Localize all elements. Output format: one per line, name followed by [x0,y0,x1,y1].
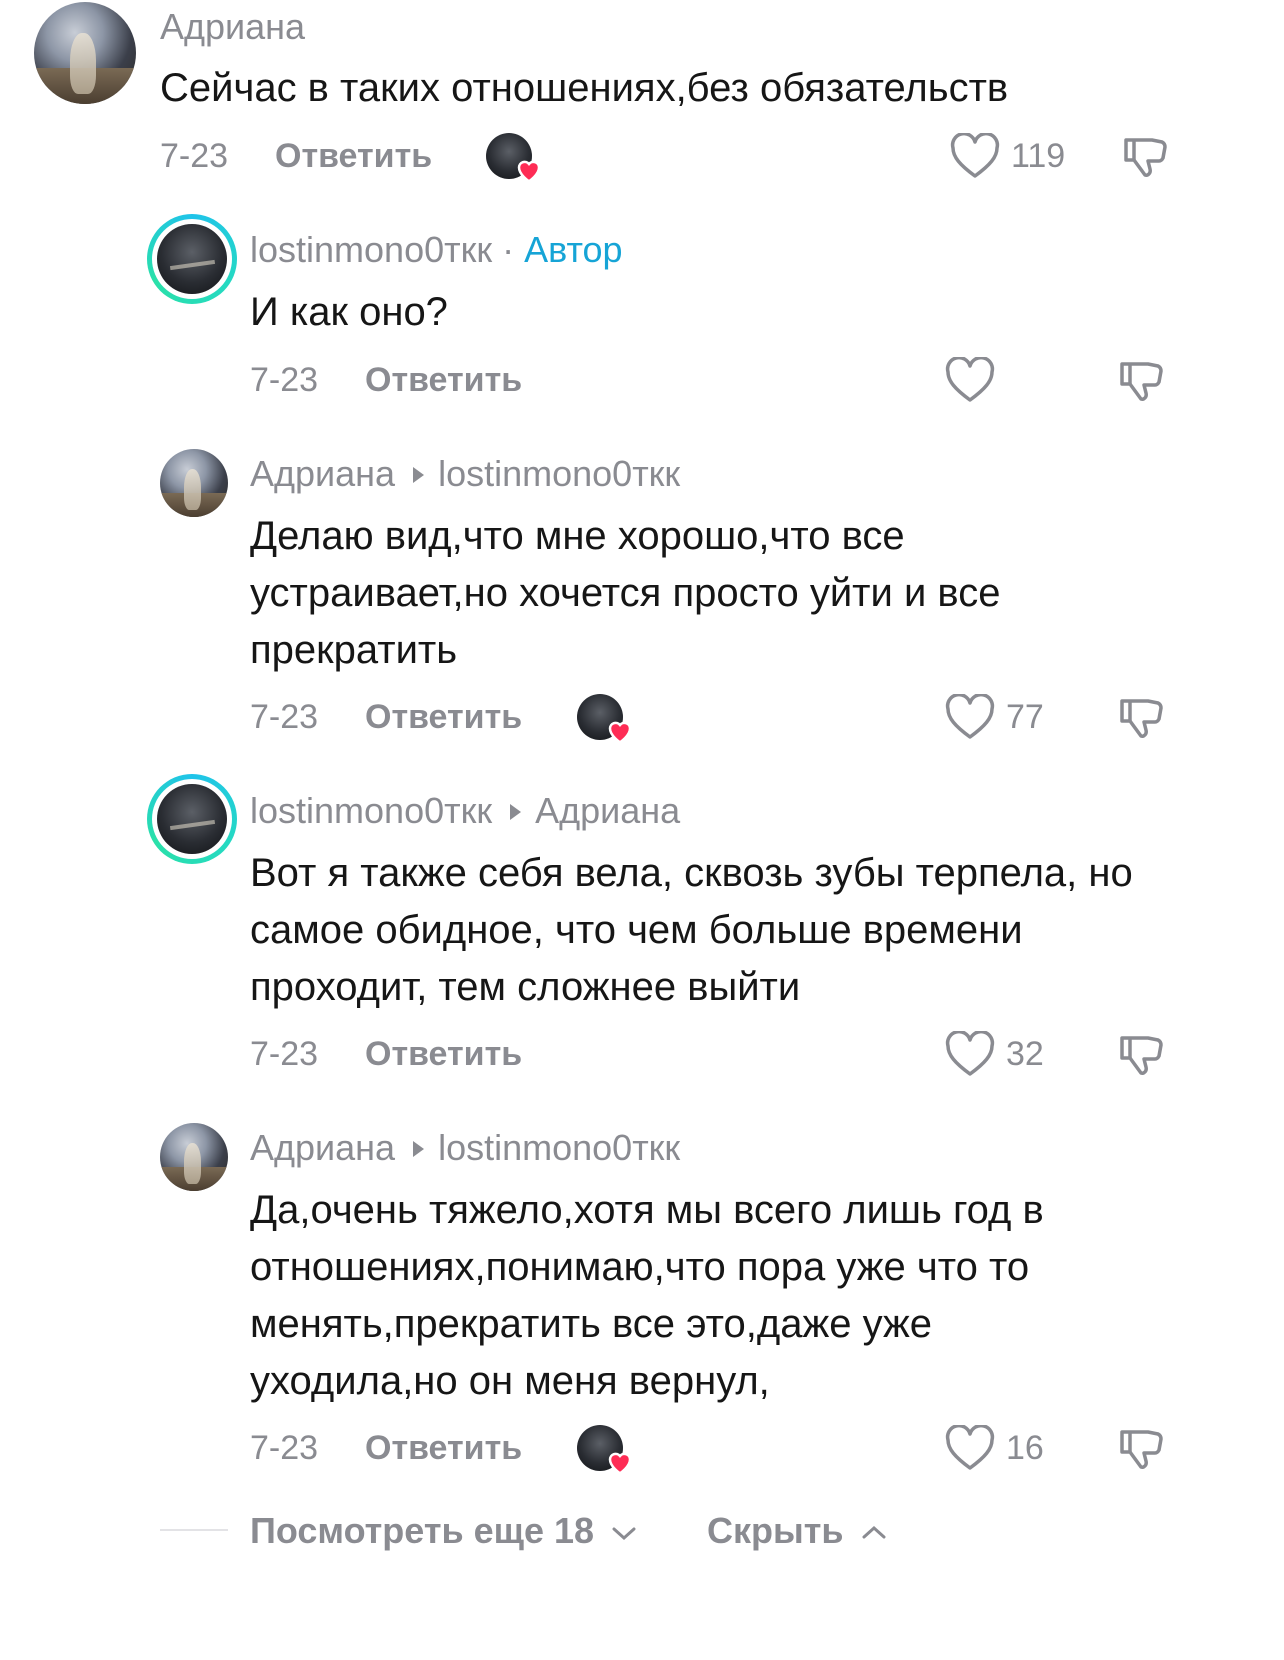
reply-button[interactable]: Ответить [365,698,522,737]
reply-button[interactable]: Ответить [365,1429,522,1468]
heart-outline-icon[interactable] [945,357,995,403]
reply-button[interactable]: Ответить [365,361,522,400]
creator-liked-badge [577,694,632,744]
author-name[interactable]: Адриана [250,1127,395,1168]
view-more-replies-button[interactable]: Посмотреть еще 18 [250,1510,638,1552]
author-name[interactable]: lostinmono0ткк [250,229,492,270]
creator-heart-icon [608,721,632,744]
comment-text: Да,очень тяжело,хотя мы всего лишь год в… [250,1188,1044,1403]
avatar[interactable] [160,1123,228,1191]
heart-outline-icon[interactable] [945,694,995,740]
creator-liked-badge [577,1425,632,1475]
like-count: 119 [1011,137,1066,175]
comment-date: 7-23 [250,698,319,736]
author-name[interactable]: Адриана [250,453,395,494]
comment-text: Делаю вид,что мне хорошо,что все устраив… [250,514,1001,672]
comment-date: 7-23 [160,137,229,175]
reply-arrow-icon [413,467,425,484]
reply-to-name[interactable]: lostinmono0ткк [438,453,680,494]
thumbs-down-icon[interactable] [1116,1424,1164,1472]
thread-divider [160,1529,228,1531]
author-name[interactable]: lostinmono0ткк [250,790,492,831]
chevron-up-icon [862,1526,886,1539]
comment-text: Вот я также себя вела, сквозь зубы терпе… [250,851,1133,1009]
thumbs-down-icon[interactable] [1120,132,1168,180]
comment-author[interactable]: lostinmono0ткк · Автор [250,229,623,271]
creator-liked-badge [486,133,541,183]
author-badge: Автор [524,229,623,270]
avatar[interactable] [34,2,136,104]
reply-to-name[interactable]: lostinmono0ткк [438,1127,680,1168]
comment-date: 7-23 [250,1035,319,1073]
avatar[interactable] [147,774,237,864]
comment-author[interactable]: lostinmono0ткк Адриана [250,790,680,832]
heart-outline-icon[interactable] [945,1031,995,1077]
like-count: 77 [1006,698,1044,736]
comment-date: 7-23 [250,1429,319,1467]
reply-button[interactable]: Ответить [275,137,432,176]
avatar[interactable] [160,449,228,517]
comment-author[interactable]: Адриана lostinmono0ткк [250,453,680,495]
reply-to-name[interactable]: Адриана [535,790,680,831]
heart-outline-icon[interactable] [945,1425,995,1471]
thumbs-down-icon[interactable] [1116,693,1164,741]
thumbs-down-icon[interactable] [1116,356,1164,404]
heart-outline-icon[interactable] [950,133,1000,179]
creator-heart-icon [608,1452,632,1475]
comment-author[interactable]: Адриана lostinmono0ткк [250,1127,680,1169]
hide-replies-button[interactable]: Скрыть [707,1510,888,1552]
creator-heart-icon [517,160,541,183]
view-more-label: Посмотреть еще 18 [250,1510,595,1551]
like-count: 16 [1006,1429,1044,1467]
name-separator: · [492,229,525,270]
like-count: 32 [1006,1035,1044,1073]
thumbs-down-icon[interactable] [1116,1030,1164,1078]
chevron-down-icon [612,1527,636,1541]
hide-label: Скрыть [707,1510,844,1551]
reply-arrow-icon [510,804,522,821]
reply-arrow-icon [413,1141,425,1158]
reply-button[interactable]: Ответить [365,1035,522,1074]
comment-author[interactable]: Адриана [160,6,305,48]
comment-text: И как оно? [250,290,448,334]
comment-text: Сейчас в таких отношениях,без обязательс… [160,66,1009,110]
comment-date: 7-23 [250,361,319,399]
avatar[interactable] [147,214,237,304]
